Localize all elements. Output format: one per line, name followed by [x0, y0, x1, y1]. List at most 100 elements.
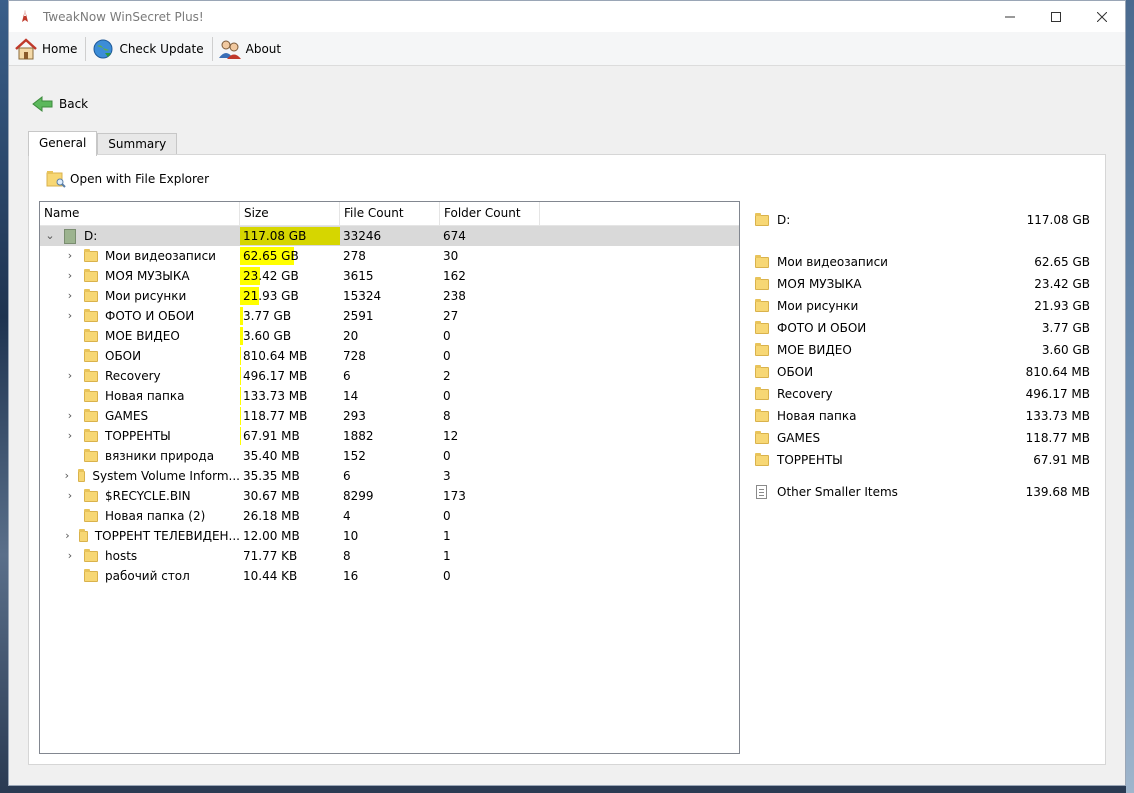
- about-button[interactable]: About: [215, 35, 287, 63]
- folder-icon: [755, 452, 769, 466]
- about-label: About: [245, 41, 282, 56]
- column-header-name[interactable]: Name: [40, 202, 240, 225]
- tree-row[interactable]: Новая папка (2) 26.18 MB 4 0: [40, 506, 739, 526]
- expand-chevron-icon[interactable]: ›: [64, 546, 76, 566]
- summary-root-size: 117.08 GB: [1026, 213, 1090, 227]
- folder-icon: [84, 368, 98, 382]
- tree-item-size: 12.00 MB: [243, 529, 300, 543]
- expand-chevron-icon[interactable]: ›: [64, 366, 76, 386]
- expand-chevron-icon[interactable]: ›: [64, 526, 71, 546]
- window-title: TweakNow WinSecret Plus!: [43, 9, 204, 24]
- general-panel: Open with File Explorer Name Size File C…: [28, 154, 1106, 765]
- column-header-file-count[interactable]: File Count: [340, 202, 440, 225]
- back-button[interactable]: Back: [31, 93, 88, 115]
- summary-root-name: D:: [777, 213, 791, 227]
- folder-icon: [84, 348, 98, 362]
- tree-row[interactable]: › ТОРРЕНТЫ 67.91 MB 1882 12: [40, 426, 739, 446]
- tree-cell-file-count: 6: [343, 469, 351, 483]
- tree-cell-name: › Recovery: [40, 366, 240, 386]
- tree-cell-size: 71.77 KB: [240, 546, 340, 566]
- tree-cell-name: ОБОИ: [40, 346, 240, 366]
- tree-cell-folder-count: 12: [443, 429, 459, 443]
- tree-row[interactable]: › GAMES 118.77 MB 293 8: [40, 406, 739, 426]
- summary-item-size: 67.91 MB: [1033, 453, 1090, 467]
- tree-item-size: 23.42 GB: [243, 269, 299, 283]
- tree-cell-name: Новая папка (2): [40, 506, 240, 526]
- folder-icon: [755, 430, 769, 444]
- tree-row[interactable]: › Мои видеозаписи 62.65 GB 278 30: [40, 246, 739, 266]
- tree-cell-file-count: 2591: [343, 309, 374, 323]
- tree-row[interactable]: рабочий стол 10.44 KB 16 0: [40, 566, 739, 586]
- tree-cell-name: › ТОРРЕНТЫ: [40, 426, 240, 446]
- summary-other-size: 139.68 MB: [1025, 485, 1090, 499]
- tree-row-root[interactable]: ⌄ D: 117.08 GB 33246 674: [40, 226, 739, 246]
- tree-row[interactable]: › $RECYCLE.BIN 30.67 MB 8299 173: [40, 486, 739, 506]
- tree-row[interactable]: › ТОРРЕНТ ТЕЛЕВИДЕН... 12.00 MB 10 1: [40, 526, 739, 546]
- folder-icon: [84, 428, 98, 442]
- tree-item-size: 810.64 MB: [243, 349, 308, 363]
- expand-chevron-icon[interactable]: ›: [64, 406, 76, 426]
- folder-icon: [84, 448, 98, 462]
- expand-chevron-icon[interactable]: ›: [64, 286, 76, 306]
- tree-row[interactable]: › hosts 71.77 KB 8 1: [40, 546, 739, 566]
- summary-item-size: 62.65 GB: [1034, 255, 1090, 269]
- summary-item-size: 118.77 MB: [1025, 431, 1090, 445]
- expand-chevron-icon[interactable]: ›: [64, 246, 76, 266]
- collapse-chevron-icon[interactable]: ⌄: [44, 226, 56, 246]
- summary-list: D: 117.08 GB Мои видеозаписи 62.65 GB МОЯ …: [755, 209, 1090, 503]
- tree-cell-folder-count: 238: [443, 289, 466, 303]
- folder-icon: [755, 386, 769, 400]
- summary-item-size: 23.42 GB: [1034, 277, 1090, 291]
- summary-item-row: Мои видеозаписи 62.65 GB: [755, 251, 1090, 273]
- expand-chevron-icon[interactable]: ›: [64, 306, 76, 326]
- back-label: Back: [59, 97, 89, 111]
- tree-cell-size: 35.40 MB: [240, 446, 340, 466]
- tree-cell-file-count: 10: [343, 529, 359, 543]
- tree-cell-folder-count: 674: [443, 229, 466, 243]
- tree-cell-folder-count: 2: [443, 369, 451, 383]
- tree-item-name: Новая папка (2): [105, 509, 206, 523]
- tree-item-size: 30.67 MB: [243, 489, 300, 503]
- toolbar: Home Check Update About: [9, 32, 1125, 66]
- tree-row[interactable]: МОЕ ВИДЕО 3.60 GB 20 0: [40, 326, 739, 346]
- tree-row[interactable]: › Recovery 496.17 MB 6 2: [40, 366, 739, 386]
- home-button[interactable]: Home: [11, 35, 83, 63]
- folder-icon: [84, 508, 98, 522]
- tree-cell-folder-count: 0: [443, 509, 451, 523]
- summary-item-size: 3.60 GB: [1041, 343, 1090, 357]
- column-header-size[interactable]: Size: [240, 202, 340, 225]
- tree-row[interactable]: ОБОИ 810.64 MB 728 0: [40, 346, 739, 366]
- folder-icon: [84, 288, 98, 302]
- tree-row[interactable]: › МОЯ МУЗЫКА 23.42 GB 3615 162: [40, 266, 739, 286]
- minimize-button[interactable]: [987, 1, 1033, 32]
- tree-row[interactable]: › Мои рисунки 21.93 GB 15324 238: [40, 286, 739, 306]
- folder-icon: [755, 254, 769, 268]
- expand-chevron-icon[interactable]: ›: [64, 486, 76, 506]
- maximize-button[interactable]: [1033, 1, 1079, 32]
- expand-chevron-icon[interactable]: ›: [64, 426, 76, 446]
- tree-cell-file-count: 20: [343, 329, 359, 343]
- globe-update-icon: [90, 36, 116, 62]
- users-icon: [217, 36, 243, 62]
- tab-summary[interactable]: Summary: [97, 133, 178, 155]
- tree-cell-file-count: 293: [343, 409, 366, 423]
- tree-row[interactable]: вязники природа 35.40 MB 152 0: [40, 446, 739, 466]
- tree-row[interactable]: › System Volume Inform... 35.35 MB 6 3: [40, 466, 739, 486]
- tree-cell-file-count: 16: [343, 569, 359, 583]
- open-file-explorer-button[interactable]: Open with File Explorer: [46, 168, 209, 190]
- expand-chevron-icon[interactable]: ›: [64, 466, 70, 486]
- tree-row[interactable]: › ФОТО И ОБОИ 3.77 GB 2591 27: [40, 306, 739, 326]
- summary-item-name: МОЯ МУЗЫКА: [777, 277, 862, 291]
- expand-chevron-icon[interactable]: ›: [64, 266, 76, 286]
- close-button[interactable]: [1079, 1, 1125, 32]
- tree-item-name: System Volume Inform...: [92, 469, 240, 483]
- folder-tree-view[interactable]: Name Size File Count Folder Count ⌄ D: 117…: [39, 201, 740, 754]
- column-header-folder-count[interactable]: Folder Count: [440, 202, 540, 225]
- summary-item-row: МОЕ ВИДЕО 3.60 GB: [755, 339, 1090, 361]
- tree-cell-file-count: 8299: [343, 489, 374, 503]
- tree-item-name: Мои рисунки: [105, 289, 187, 303]
- tree-row[interactable]: Новая папка 133.73 MB 14 0: [40, 386, 739, 406]
- title-bar[interactable]: TweakNow WinSecret Plus!: [9, 1, 1125, 32]
- check-update-button[interactable]: Check Update: [88, 35, 209, 63]
- tab-general[interactable]: General: [28, 131, 98, 156]
